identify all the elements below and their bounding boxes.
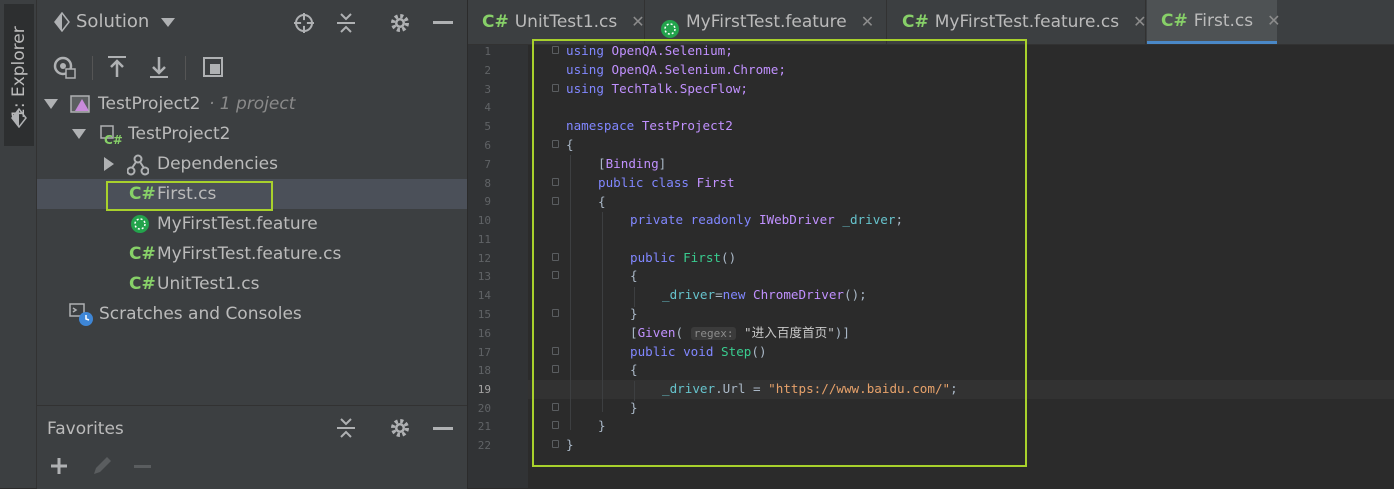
tab-first-cs[interactable]: C# First.cs ✕ [1147, 0, 1281, 44]
csharp-file-icon: C# [129, 274, 156, 294]
svg-text:C#: C# [104, 133, 123, 146]
tab-label: MyFirstTest.feature.cs [934, 12, 1120, 32]
favorites-title: Favorites [47, 419, 124, 439]
line-number: 1 [484, 45, 491, 58]
tab-label: UnitTest1.cs [514, 12, 618, 32]
line-number: 12 [477, 252, 491, 265]
expand-arrow-icon[interactable] [104, 157, 114, 171]
line-number: 13 [477, 270, 491, 283]
line-number: 19 [477, 383, 491, 396]
tree-item-label: TestProject2 [128, 124, 231, 144]
favorites-panel: Favorites [37, 405, 467, 489]
add-icon[interactable] [49, 456, 69, 476]
collapse-all-icon[interactable] [335, 417, 357, 439]
line-number: 3 [484, 83, 491, 96]
dependencies-icon [126, 154, 150, 176]
line-number: 4 [484, 101, 491, 114]
tree-item-dependencies[interactable]: Dependencies [37, 149, 467, 179]
line-number: 18 [477, 364, 491, 377]
line-number: 6 [484, 139, 491, 152]
tree-item-label: MyFirstTest.feature.cs [157, 244, 342, 264]
solution-view-icon [53, 11, 71, 33]
line-number: 15 [477, 308, 491, 321]
close-icon[interactable]: ✕ [1267, 0, 1280, 43]
solution-view-title[interactable]: Solution [76, 11, 149, 32]
move-up-icon[interactable] [105, 54, 129, 80]
cucumber-feature-icon [130, 214, 150, 234]
open-preview-icon[interactable] [201, 54, 225, 80]
show-all-files-icon[interactable] [51, 54, 77, 80]
tree-item-project[interactable]: C# TestProject2 [37, 119, 467, 149]
line-number: 10 [477, 214, 491, 227]
close-icon[interactable]: ✕ [631, 0, 644, 44]
csharp-file-icon: C# [1161, 10, 1188, 31]
line-number: 11 [477, 233, 491, 246]
csharp-file-icon: C# [902, 12, 929, 32]
tree-item-label: Dependencies [157, 154, 278, 174]
explorer-tool-icon [10, 107, 28, 129]
tree-item-feature-cs[interactable]: C# MyFirstTest.feature.cs [37, 239, 467, 269]
expand-arrow-icon[interactable] [44, 99, 58, 109]
line-number: 22 [477, 439, 491, 452]
view-dropdown-icon[interactable] [161, 18, 175, 27]
csharp-file-icon: C# [129, 244, 156, 264]
tree-item-label: MyFirstTest.feature [157, 214, 318, 234]
line-number: 2 [484, 64, 491, 77]
tree-item-label: UnitTest1.cs [157, 274, 260, 294]
explorer-panel: Solution TestProject2 · 1 project C# Tes… [37, 0, 467, 489]
expand-arrow-icon[interactable] [72, 129, 86, 139]
line-number: 7 [484, 158, 491, 171]
tab-label: MyFirstTest.feature [686, 12, 847, 32]
settings-gear-icon[interactable] [389, 417, 411, 439]
line-number: 21 [477, 420, 491, 433]
solution-icon [70, 95, 92, 115]
close-icon[interactable]: ✕ [861, 0, 874, 44]
line-number: 8 [484, 177, 491, 190]
code-highlight-box [532, 39, 1027, 467]
tree-item-scratches[interactable]: Scratches and Consoles [37, 299, 467, 329]
line-number: 17 [477, 346, 491, 359]
hide-panel-icon[interactable] [433, 427, 453, 430]
line-number: 20 [477, 402, 491, 415]
collapse-all-icon[interactable] [335, 12, 357, 34]
tab-unittest1[interactable]: C# UnitTest1.cs ✕ [468, 0, 645, 44]
tab-feature[interactable]: MyFirstTest.feature ✕ [646, 0, 887, 44]
csharp-file-icon: C# [482, 12, 509, 32]
tree-item-label: Scratches and Consoles [99, 304, 302, 324]
tree-item-label: TestProject2 [98, 94, 201, 114]
line-number: 5 [484, 120, 491, 133]
locate-file-icon[interactable] [293, 12, 315, 34]
line-number: 9 [484, 195, 491, 208]
tree-item-suffix: · 1 project [209, 94, 296, 114]
tab-feature-cs[interactable]: C# MyFirstTest.feature.cs ✕ [888, 0, 1147, 44]
move-down-icon[interactable] [147, 54, 171, 80]
tab-label: First.cs [1193, 10, 1254, 31]
line-number: 14 [477, 289, 491, 302]
settings-gear-icon[interactable] [389, 12, 411, 34]
selection-highlight-box [106, 181, 273, 211]
toolbar-separator [92, 56, 93, 80]
tree-item-solution[interactable]: TestProject2 · 1 project [37, 89, 467, 119]
edit-pencil-icon [91, 456, 113, 476]
close-icon[interactable]: ✕ [1133, 0, 1146, 44]
csharp-project-icon: C# [99, 124, 123, 147]
toolbar-separator [185, 56, 186, 80]
tree-item-feature[interactable]: MyFirstTest.feature [37, 209, 467, 239]
tree-item-unittest1[interactable]: C# UnitTest1.cs [37, 269, 467, 299]
hide-panel-icon[interactable] [433, 21, 453, 24]
cucumber-feature-icon [660, 12, 680, 38]
line-number: 16 [477, 327, 491, 340]
remove-icon [134, 465, 151, 468]
scratches-icon [69, 303, 95, 327]
